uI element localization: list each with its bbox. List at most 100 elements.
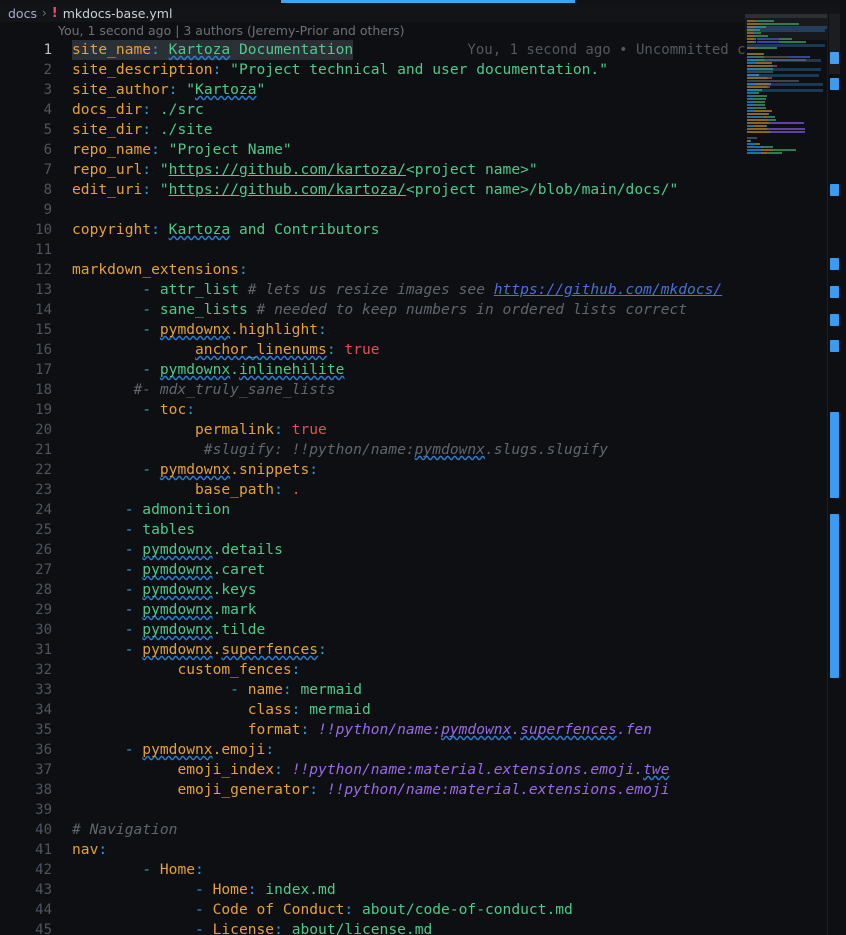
line-content[interactable]: - pymdownx.tilde [72,620,266,640]
code-token: true [291,421,327,438]
code-line[interactable]: 41 nav: [0,840,745,860]
line-content[interactable]: site_author: "Kartoza" [72,80,265,100]
code-line[interactable]: 6 repo_name: "Project Name" [0,140,745,160]
line-content[interactable]: - pymdownx.details [72,540,283,560]
line-content[interactable]: markdown_extensions: [72,260,248,280]
code-line[interactable]: 13 - attr_list # lets us resize images s… [0,280,745,300]
line-content[interactable]: docs_dir: ./src [72,100,204,120]
code-line[interactable]: 9 [0,200,745,220]
code-line[interactable]: 11 [0,240,745,260]
code-line[interactable]: 5 site_dir: ./site [0,120,745,140]
line-content[interactable]: emoji_generator: !!python/name:material.… [72,780,669,800]
code-line[interactable]: 30 - pymdownx.tilde [0,620,745,640]
line-content[interactable]: - pymdownx.keys [72,580,257,600]
code-line[interactable]: 38 emoji_generator: !!python/name:materi… [0,780,745,800]
line-content[interactable]: nav: [72,840,107,860]
line-content[interactable]: copyright: Kartoza and Contributors [72,220,380,240]
code-line[interactable]: 4 docs_dir: ./src [0,100,745,120]
code-lines[interactable]: 1 site_name: Kartoza Documentation You, 1… [0,40,745,935]
line-content[interactable]: - Code of Conduct: about/code-of-conduct… [72,900,573,920]
code-line[interactable]: 3 site_author: "Kartoza" [0,80,745,100]
line-content[interactable]: site_name: Kartoza Documentation [72,40,354,60]
code-line[interactable]: 32 custom_fences: [0,660,745,680]
code-line[interactable]: 26 - pymdownx.details [0,540,745,560]
inline-blame-annotation[interactable]: You, 1 second ago • Uncommitted chan [400,40,745,60]
code-line[interactable]: 7 repo_url: "https://github.com/kartoza/<… [0,160,745,180]
code-line[interactable]: 35 format: !!python/name:pymdownx.superf… [0,720,745,740]
line-content[interactable]: - admonition [72,500,230,520]
code-line[interactable]: 27 - pymdownx.caret [0,560,745,580]
code-line[interactable]: 15 - pymdownx.highlight: [0,320,745,340]
line-content[interactable]: - attr_list # lets us resize images see … [72,280,722,300]
line-content[interactable]: #- mdx_truly_sane_lists [72,380,336,400]
code-line[interactable]: 12 markdown_extensions: [0,260,745,280]
line-content[interactable]: - pymdownx.superfences: [72,640,327,660]
code-line[interactable]: 1 site_name: Kartoza Documentation You, 1… [0,40,745,60]
code-line[interactable]: 19 - toc: [0,400,745,420]
line-content[interactable]: - pymdownx.inlinehilite [72,360,344,380]
line-content[interactable]: - License: about/license.md [72,920,432,935]
code-line[interactable]: 16 anchor_linenums: true [0,340,745,360]
code-token: site_author [72,81,169,98]
line-content[interactable]: - sane_lists # needed to keep numbers in… [72,300,687,320]
code-line[interactable]: 17 - pymdownx.inlinehilite [0,360,745,380]
line-content[interactable]: - Home: index.md [72,880,336,900]
git-blame-authors[interactable]: You, 1 second ago | 3 authors (Jeremy-Pr… [58,23,405,38]
code-line[interactable]: 23 base_path: . [0,480,745,500]
line-content[interactable]: # Navigation [72,820,177,840]
line-content[interactable]: permalink: true [72,420,327,440]
line-content[interactable]: site_description: "Project technical and… [72,60,608,80]
line-content[interactable]: class: mermaid [72,700,371,720]
line-content[interactable]: - name: mermaid [72,680,362,700]
line-content[interactable]: site_dir: ./site [72,120,213,140]
code-token: Code of Conduct [212,901,345,918]
line-content[interactable]: - pymdownx.caret [72,560,266,580]
code-line[interactable]: 2 site_description: "Project technical an… [0,60,745,80]
code-line[interactable]: 42 - Home: [0,860,745,880]
code-line[interactable]: 28 - pymdownx.keys [0,580,745,600]
code-line[interactable]: 43 - Home: index.md [0,880,745,900]
code-line[interactable]: 25 - tables [0,520,745,540]
code-line[interactable]: 44 - Code of Conduct: about/code-of-cond… [0,900,745,920]
line-content[interactable]: anchor_linenums: true [72,340,380,360]
code-line[interactable]: 39 [0,800,745,820]
code-line[interactable]: 37 emoji_index: !!python/name:material.e… [0,760,745,780]
line-content[interactable]: - tables [72,520,195,540]
code-token: - [72,361,160,378]
code-line[interactable]: 29 - pymdownx.mark [0,600,745,620]
line-number: 8 [43,182,52,198]
line-content[interactable]: - pymdownx.snippets: [72,460,318,480]
code-line[interactable]: 31 - pymdownx.superfences: [0,640,745,660]
code-line[interactable]: 18 #- mdx_truly_sane_lists [0,380,745,400]
breadcrumb[interactable]: docs › ! mkdocs-base.yml [0,4,846,22]
line-content[interactable]: - toc: [72,400,195,420]
code-editor[interactable]: 1 site_name: Kartoza Documentation You, 1… [0,40,846,935]
minimap[interactable] [745,14,829,935]
line-content[interactable]: repo_name: "Project Name" [72,140,292,160]
code-line[interactable]: 14 - sane_lists # needed to keep numbers… [0,300,745,320]
code-line[interactable]: 8 edit_uri: "https://github.com/kartoza/<… [0,180,745,200]
code-line[interactable]: 33 - name: mermaid [0,680,745,700]
line-content[interactable]: edit_uri: "https://github.com/kartoza/<p… [72,180,678,200]
code-line[interactable]: 36 - pymdownx.emoji: [0,740,745,760]
line-content[interactable]: - pymdownx.mark [72,600,257,620]
code-line[interactable]: 21 #slugify: !!python/name:pymdownx.slug… [0,440,745,460]
line-content[interactable]: - pymdownx.emoji: [72,740,274,760]
line-content[interactable]: repo_url: "https://github.com/kartoza/<p… [72,160,538,180]
code-line[interactable]: 10 copyright: Kartoza and Contributors [0,220,745,240]
line-content[interactable]: - Home: [72,860,204,880]
code-line[interactable]: 20 permalink: true [0,420,745,440]
code-line[interactable]: 40 # Navigation [0,820,745,840]
line-content[interactable]: - pymdownx.highlight: [72,320,327,340]
breadcrumb-folder[interactable]: docs [8,6,37,21]
line-content[interactable]: format: !!python/name:pymdownx.superfenc… [72,720,652,740]
code-line[interactable]: 34 class: mermaid [0,700,745,720]
line-content[interactable]: custom_fences: [72,660,300,680]
line-content[interactable]: emoji_index: !!python/name:material.exte… [72,760,669,780]
code-line[interactable]: 24 - admonition [0,500,745,520]
line-content[interactable]: base_path: . [72,480,300,500]
breadcrumb-file[interactable]: mkdocs-base.yml [63,6,173,21]
code-line[interactable]: 22 - pymdownx.snippets: [0,460,745,480]
line-content[interactable]: #slugify: !!python/name:pymdownx.slugs.s… [72,440,608,460]
code-line[interactable]: 45 - License: about/license.md [0,920,745,935]
